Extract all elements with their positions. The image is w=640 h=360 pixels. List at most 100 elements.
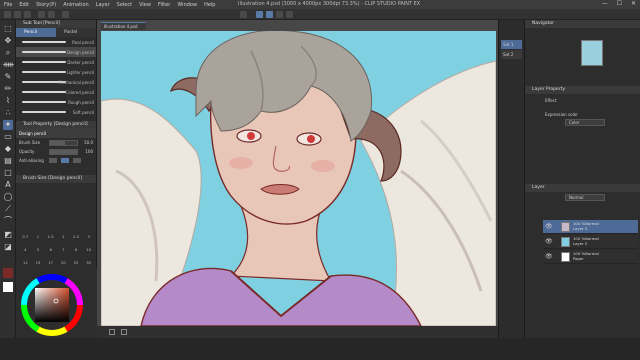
brush-size-preset[interactable]: 25 bbox=[70, 258, 83, 267]
brush-item[interactable]: Design pencil bbox=[16, 47, 96, 57]
brush-size-preset[interactable]: 1.5 bbox=[44, 232, 57, 241]
navigator-header: Navigator bbox=[525, 20, 640, 28]
menu-file[interactable]: File bbox=[4, 2, 12, 8]
brush-size-preset[interactable]: 8 bbox=[70, 245, 83, 254]
fit-view-icon[interactable] bbox=[109, 329, 115, 335]
brush-item[interactable]: Lighter pencil bbox=[16, 67, 96, 77]
brush-size-row[interactable]: Brush Size 50.0 bbox=[16, 138, 96, 147]
tab-pencil[interactable]: Pencil bbox=[16, 28, 56, 37]
antialias-option-icon[interactable] bbox=[61, 158, 69, 163]
snap-perspective-icon[interactable] bbox=[286, 11, 293, 18]
brush-name: Mechanical pencil bbox=[58, 79, 94, 85]
brush-size-preset[interactable]: 2 bbox=[57, 232, 70, 241]
text-tool-icon[interactable]: A bbox=[3, 180, 13, 190]
main-color-swatch[interactable] bbox=[3, 268, 13, 278]
navigator-thumbnail[interactable] bbox=[581, 40, 603, 66]
balloon-tool-icon[interactable]: ◯ bbox=[3, 192, 13, 202]
open-icon[interactable] bbox=[14, 11, 21, 18]
brush-size-preset[interactable]: 7 bbox=[57, 245, 70, 254]
swatch-sub-icon[interactable]: ◪ bbox=[3, 242, 13, 252]
layer-row[interactable]: 👁 100 %Normal Layer 3 bbox=[543, 220, 638, 234]
brush-size-preset[interactable]: 4 bbox=[19, 245, 32, 254]
figure-tool-icon[interactable]: □ bbox=[3, 168, 13, 178]
antialias-option-icon[interactable] bbox=[49, 158, 57, 163]
brush-size-preset[interactable]: 1 bbox=[32, 232, 45, 241]
menu-filter[interactable]: Filter bbox=[158, 2, 170, 8]
brush-size-value: 50.0 bbox=[84, 140, 93, 145]
maximize-button[interactable]: ☐ bbox=[617, 0, 622, 7]
menu-window[interactable]: Window bbox=[177, 2, 197, 8]
brush-size-preset[interactable]: 3 bbox=[82, 232, 95, 241]
brush-size-preset[interactable]: 6 bbox=[44, 245, 57, 254]
airbrush-tool-icon[interactable]: ∴ bbox=[3, 108, 13, 118]
decoration-tool-icon[interactable]: ✦ bbox=[3, 120, 13, 130]
blend-mode-select[interactable]: Normal bbox=[565, 194, 605, 201]
menu-view[interactable]: View bbox=[139, 2, 151, 8]
gradient-tool-icon[interactable]: ▤ bbox=[3, 156, 13, 166]
brush-size-slider[interactable] bbox=[49, 139, 78, 146]
menu-edit[interactable]: Edit bbox=[19, 2, 29, 8]
color-wheel[interactable] bbox=[16, 268, 97, 338]
brush-size-preset[interactable]: 2.5 bbox=[70, 232, 83, 241]
pencil-tool-icon[interactable]: ✏ bbox=[3, 84, 13, 94]
brush-item[interactable]: Rough pencil bbox=[16, 97, 96, 107]
brush-item[interactable]: Real pencil bbox=[16, 37, 96, 47]
rotate-view-icon[interactable] bbox=[121, 329, 127, 335]
menu-help[interactable]: Help bbox=[204, 2, 215, 8]
opacity-slider[interactable] bbox=[49, 148, 78, 155]
menu-story[interactable]: Story(P) bbox=[36, 2, 56, 8]
brush-size-preset[interactable]: 5 bbox=[32, 245, 45, 254]
brush-tool-icon[interactable]: ⌇ bbox=[3, 96, 13, 106]
eyedropper-icon[interactable]: ᚔ bbox=[3, 60, 14, 70]
save-icon[interactable] bbox=[24, 11, 31, 18]
eye-icon[interactable]: 👁 bbox=[545, 253, 553, 260]
tab-pastel[interactable]: Pastel bbox=[56, 28, 96, 37]
redo-icon[interactable] bbox=[48, 11, 55, 18]
eraser-tool-icon[interactable]: ▭ bbox=[3, 132, 13, 142]
undo-icon[interactable] bbox=[38, 11, 45, 18]
brush-size-preset[interactable]: 17 bbox=[44, 258, 57, 267]
menu-layer[interactable]: Layer bbox=[96, 2, 110, 8]
brush-size-preset[interactable]: 30 bbox=[82, 258, 95, 267]
brush-item[interactable]: Darker pencil bbox=[16, 57, 96, 67]
brush-item[interactable]: Colored pencil bbox=[16, 87, 96, 97]
clear-icon[interactable] bbox=[62, 11, 69, 18]
ruler-tool-icon[interactable]: ⟋ bbox=[3, 204, 13, 214]
select-tool-icon[interactable]: ⬚ bbox=[3, 24, 13, 34]
pen-tool-icon[interactable]: ✎ bbox=[3, 72, 13, 82]
sub-color-swatch[interactable] bbox=[3, 282, 13, 292]
layer-row[interactable]: 👁 100 %Normal Layer 2 bbox=[543, 235, 638, 249]
brush-size-preset[interactable]: 15 bbox=[32, 258, 45, 267]
eye-icon[interactable]: 👁 bbox=[545, 223, 553, 230]
brush-item[interactable]: Mechanical pencil bbox=[16, 77, 96, 87]
brush-size-preset[interactable]: 0.7 bbox=[19, 232, 32, 241]
correct-line-icon[interactable]: ⌒ bbox=[3, 216, 13, 226]
snap-grid-icon[interactable] bbox=[276, 11, 283, 18]
artwork-canvas[interactable] bbox=[101, 31, 496, 326]
brush-size-preset[interactable]: 10 bbox=[82, 245, 95, 254]
subview-item-2[interactable]: Sat 2 bbox=[501, 50, 522, 59]
subview-item-1[interactable]: Sat 1 bbox=[501, 40, 522, 49]
deselect-icon[interactable] bbox=[240, 11, 247, 18]
snap-ruler-icon[interactable] bbox=[266, 11, 273, 18]
move-tool-icon[interactable]: ✥ bbox=[3, 36, 13, 46]
antialias-option-icon[interactable] bbox=[73, 158, 81, 163]
eye-icon[interactable]: 👁 bbox=[545, 238, 553, 245]
layer-row[interactable]: 👁 100 %Normal Paper bbox=[543, 250, 638, 264]
opacity-row[interactable]: Opacity 100 bbox=[16, 147, 96, 156]
antialias-row[interactable]: Anti-aliasing bbox=[16, 156, 96, 165]
snap-icon[interactable] bbox=[256, 11, 263, 18]
brush-item[interactable]: Soft pencil bbox=[16, 107, 96, 117]
fill-tool-icon[interactable]: ◆ bbox=[3, 144, 13, 154]
brush-size-preset[interactable]: 20 bbox=[57, 258, 70, 267]
brush-size-preset[interactable]: 12 bbox=[19, 258, 32, 267]
minimize-button[interactable]: — bbox=[602, 0, 608, 7]
close-button[interactable]: ✕ bbox=[631, 0, 636, 7]
expression-color-select[interactable]: Color bbox=[565, 119, 605, 126]
document-tab[interactable]: Illustration 4.psd bbox=[101, 22, 146, 30]
swatch-main-icon[interactable]: ◩ bbox=[3, 230, 13, 240]
menu-animation[interactable]: Animation bbox=[63, 2, 89, 8]
new-icon[interactable] bbox=[4, 11, 11, 18]
menu-select[interactable]: Select bbox=[117, 2, 132, 8]
zoom-tool-icon[interactable]: ⌕ bbox=[3, 48, 13, 58]
